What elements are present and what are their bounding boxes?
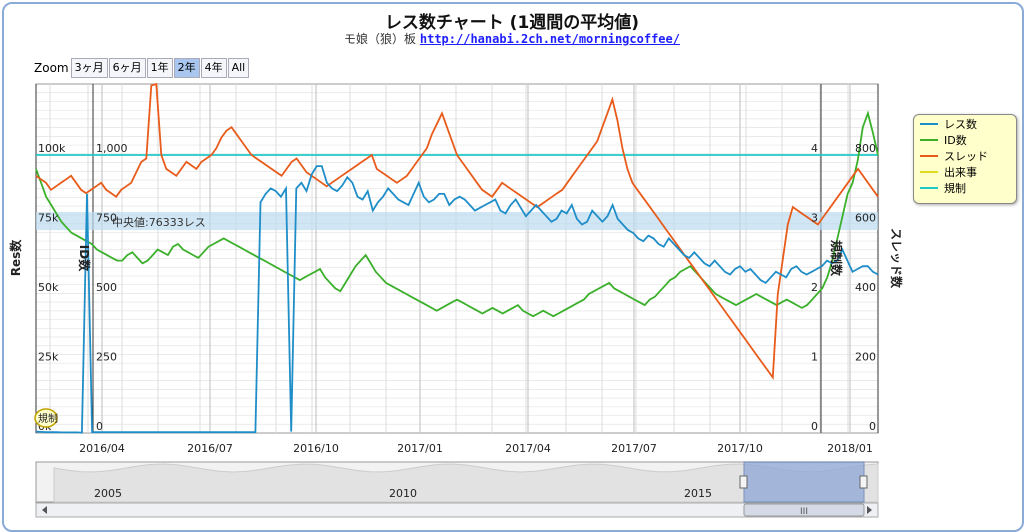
zoom-1y-button[interactable]: 1年 bbox=[146, 58, 173, 78]
legend-item-thread[interactable]: スレッド bbox=[920, 148, 1016, 163]
board-name: モ娘（狼）板 bbox=[344, 32, 417, 46]
legend-item-res[interactable]: レス数 bbox=[920, 116, 1016, 131]
zoom-label: Zoom bbox=[34, 61, 69, 75]
zoom-all-button[interactable]: All bbox=[227, 58, 250, 78]
zoom-3m-button[interactable]: 3ヶ月 bbox=[70, 58, 108, 78]
chart-legend: レス数 ID数 スレッド 出来事 規制 bbox=[913, 114, 1017, 204]
legend-item-event[interactable]: 出来事 bbox=[920, 164, 1016, 179]
legend-item-regulation[interactable]: 規制 bbox=[920, 180, 1016, 195]
chart-subtitle: モ娘（狼）板 http://hanabi.2ch.net/morningcoff… bbox=[0, 30, 1024, 47]
zoom-2y-button[interactable]: 2年 bbox=[173, 58, 200, 78]
zoom-6m-button[interactable]: 6ヶ月 bbox=[108, 58, 146, 78]
board-url-link[interactable]: http://hanabi.2ch.net/morningcoffee/ bbox=[420, 32, 680, 46]
zoom-4y-button[interactable]: 4年 bbox=[200, 58, 227, 78]
legend-item-id[interactable]: ID数 bbox=[920, 132, 1016, 147]
chart-frame bbox=[2, 2, 1024, 532]
zoom-bar: Zoom 3ヶ月 6ヶ月 1年 2年 4年 All bbox=[34, 58, 250, 78]
